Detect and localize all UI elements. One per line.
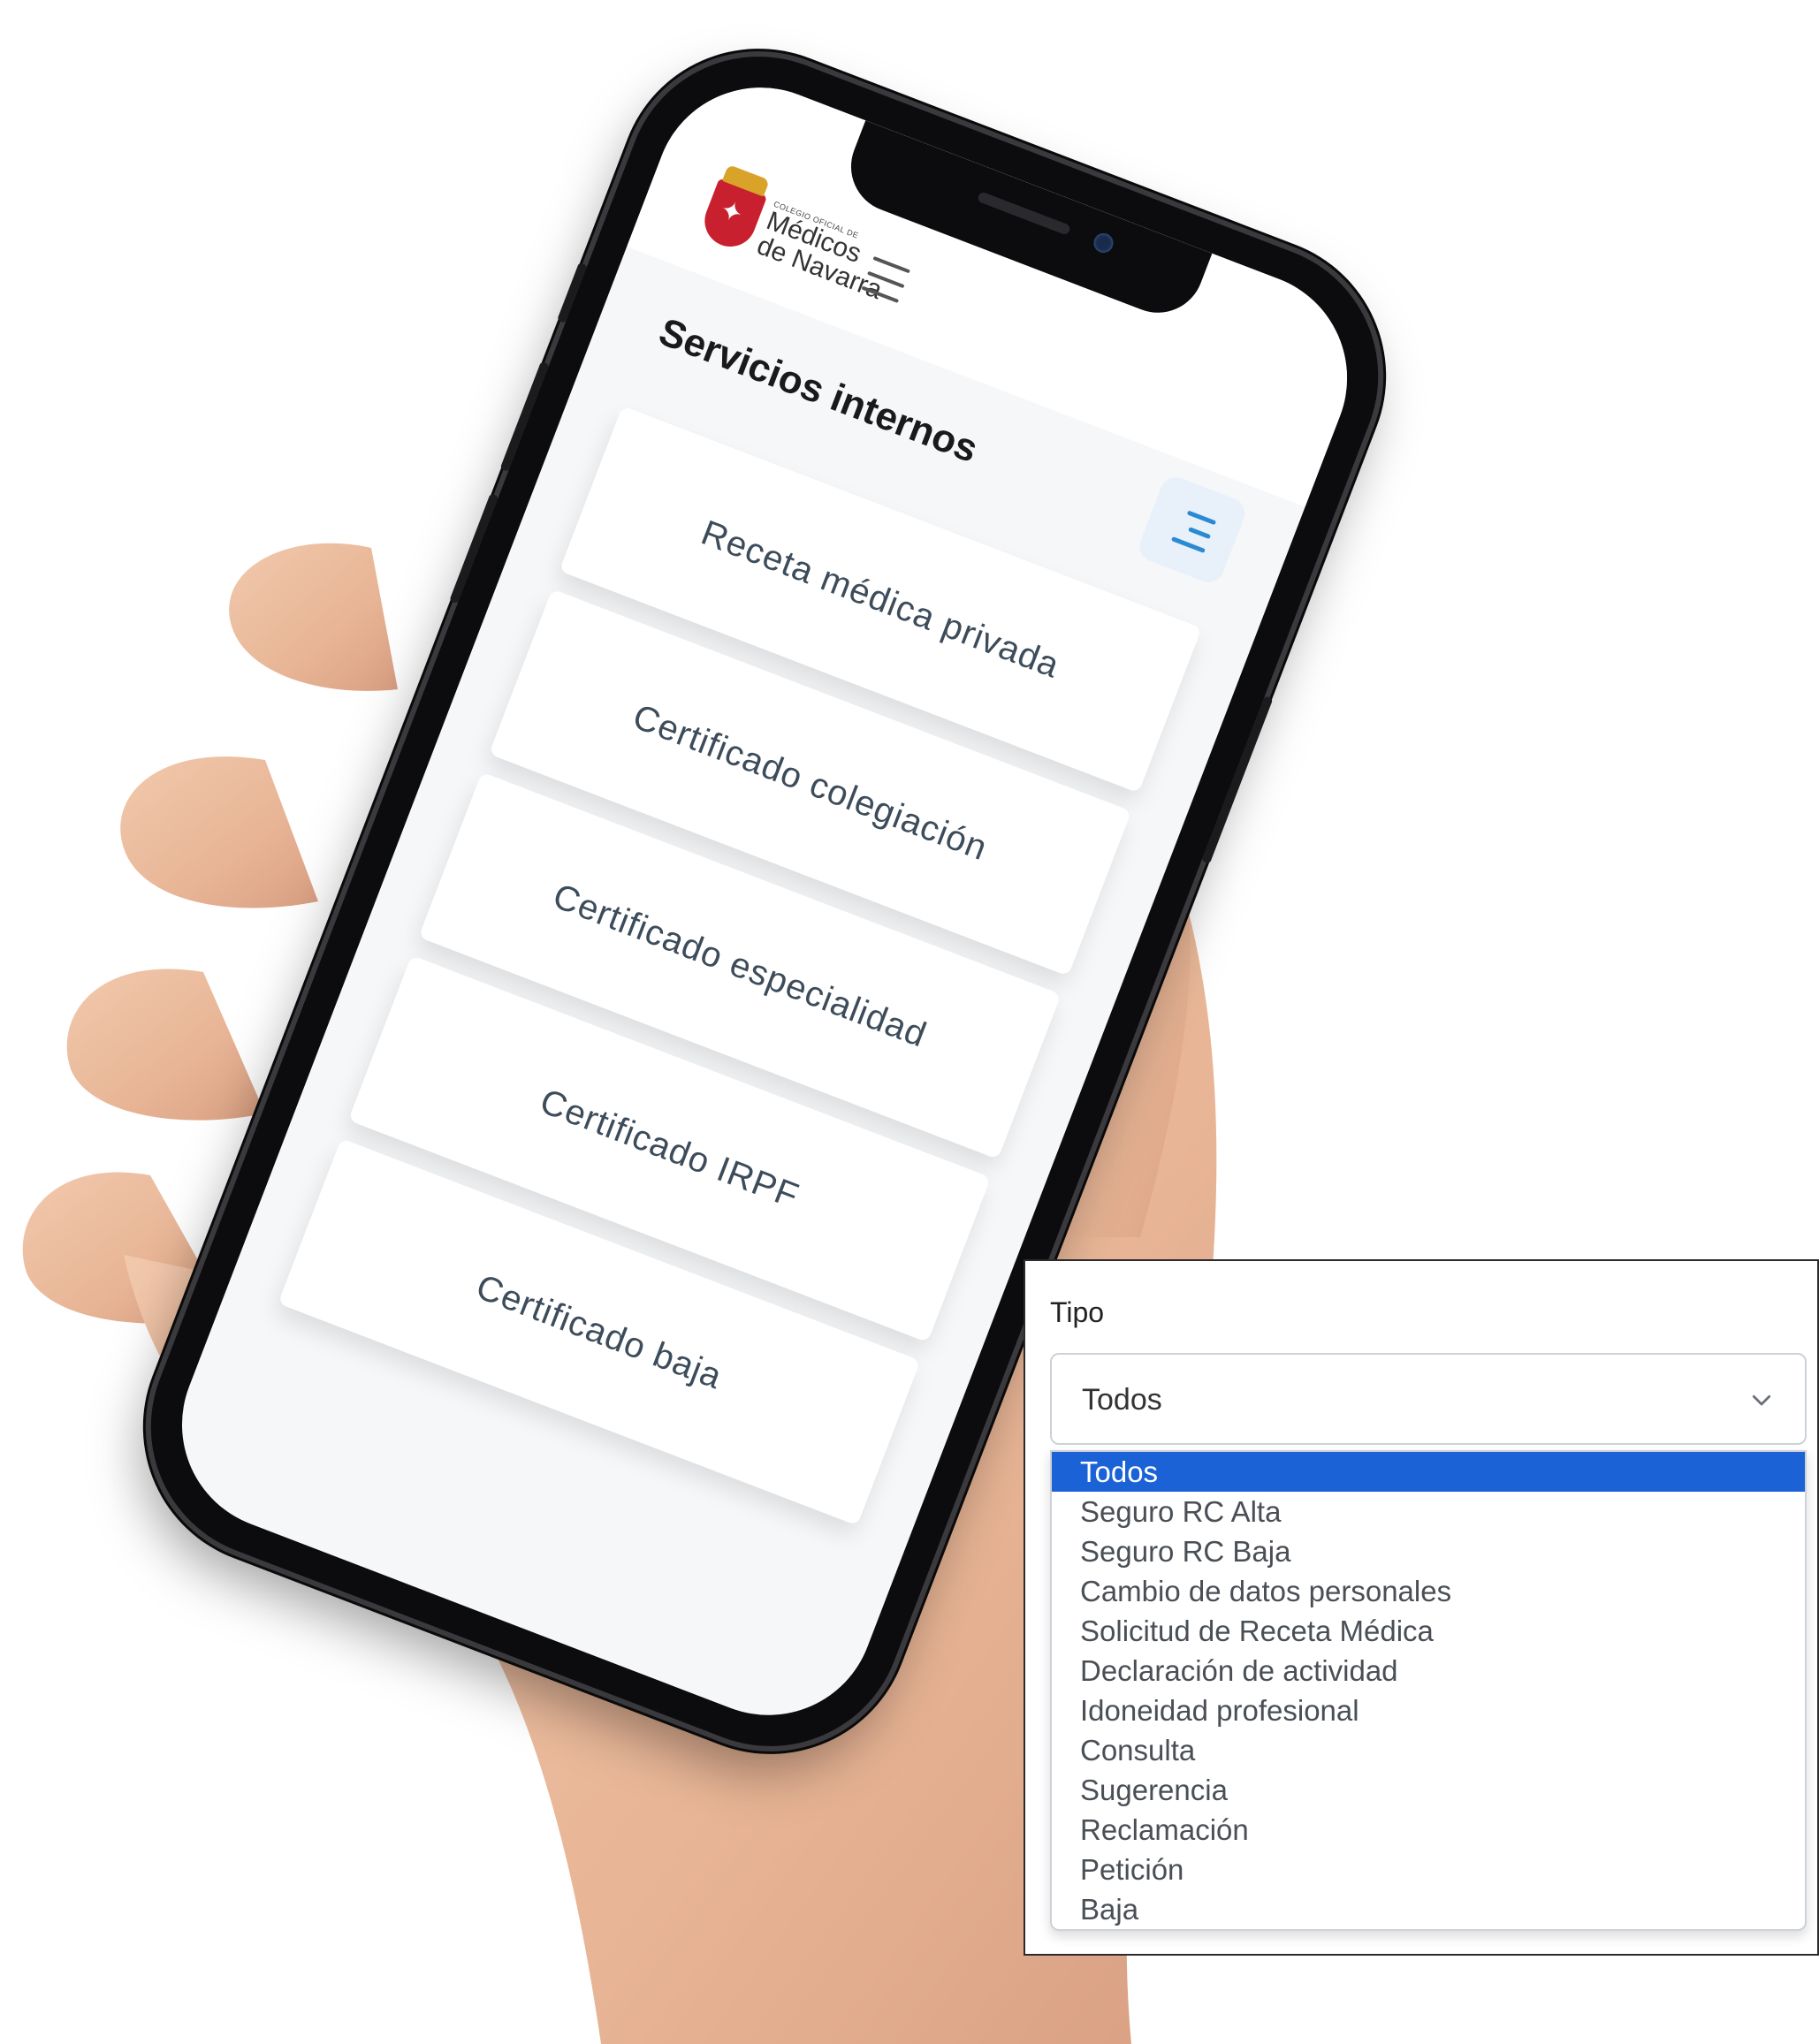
shield-icon bbox=[696, 163, 770, 255]
tipo-option-seguro-rc-alta[interactable]: Seguro RC Alta bbox=[1052, 1492, 1805, 1531]
tipo-option-reclamacion[interactable]: Reclamación bbox=[1052, 1810, 1805, 1850]
tipo-option-baja[interactable]: Baja bbox=[1052, 1889, 1805, 1929]
tipo-option-seguro-rc-baja[interactable]: Seguro RC Baja bbox=[1052, 1531, 1805, 1571]
front-camera bbox=[1091, 230, 1116, 256]
tipo-option-consulta[interactable]: Consulta bbox=[1052, 1730, 1805, 1770]
speaker-grille bbox=[976, 191, 1071, 236]
tipo-options-list: Todos Seguro RC Alta Seguro RC Baja Camb… bbox=[1050, 1450, 1807, 1931]
tipo-option-sugerencia[interactable]: Sugerencia bbox=[1052, 1770, 1805, 1810]
tipo-option-solicitud-receta[interactable]: Solicitud de Receta Médica bbox=[1052, 1611, 1805, 1651]
crown-icon bbox=[722, 163, 770, 197]
tipo-option-peticion[interactable]: Petición bbox=[1052, 1850, 1805, 1889]
tipo-option-idoneidad[interactable]: Idoneidad profesional bbox=[1052, 1691, 1805, 1730]
tipo-select-value: Todos bbox=[1082, 1383, 1162, 1417]
tipo-label: Tipo bbox=[1050, 1296, 1105, 1328]
tipo-option-cambio-datos[interactable]: Cambio de datos personales bbox=[1052, 1571, 1805, 1611]
tipo-option-declaracion-actividad[interactable]: Declaración de actividad bbox=[1052, 1651, 1805, 1691]
tipo-select[interactable]: Todos bbox=[1050, 1353, 1807, 1445]
tipo-option-todos[interactable]: Todos bbox=[1052, 1452, 1805, 1492]
chevron-down-icon bbox=[1752, 1394, 1771, 1406]
sidebar-toggle-icon[interactable] bbox=[1135, 472, 1250, 588]
tipo-filter-panel: Tipo Todos Todos Seguro RC Alta Seguro R… bbox=[1024, 1259, 1819, 1956]
